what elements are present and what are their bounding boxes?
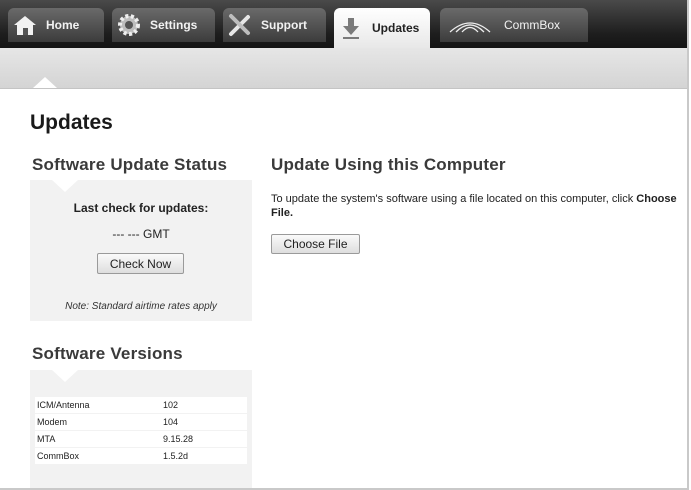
tab-updates-label: Updates xyxy=(372,21,420,35)
tab-home[interactable]: Home xyxy=(8,8,104,42)
versions-panel: ICM/Antenna 102 Modem 104 MTA 9.15.28 Co… xyxy=(30,370,252,488)
airtime-note: Note: Standard airtime rates apply xyxy=(65,301,217,312)
table-row: CommBox 1.5.2d xyxy=(35,448,247,464)
versions-title: Software Versions xyxy=(32,344,183,363)
computer-update-description: To update the system's software using a … xyxy=(271,192,686,220)
choose-file-button[interactable]: Choose File xyxy=(271,234,360,254)
tab-home-label: Home xyxy=(46,18,80,32)
panel-pointer xyxy=(52,180,78,192)
versions-table: ICM/Antenna 102 Modem 104 MTA 9.15.28 Co… xyxy=(35,396,247,465)
tab-support[interactable]: Support xyxy=(223,8,326,42)
tab-support-label: Support xyxy=(261,18,307,32)
last-check-value: --- --- GMT xyxy=(112,227,170,241)
tab-updates[interactable]: Updates xyxy=(334,8,430,48)
update-status-title: Software Update Status xyxy=(32,155,228,174)
version-name: ICM/Antenna xyxy=(35,397,161,413)
tab-settings-label: Settings xyxy=(150,18,198,32)
tab-commbox[interactable]: CommBox xyxy=(440,8,588,42)
table-row: MTA 9.15.28 xyxy=(35,431,247,447)
home-icon xyxy=(8,10,42,40)
table-row: ICM/Antenna 102 xyxy=(35,397,247,413)
panel-pointer xyxy=(52,370,78,382)
version-value: 9.15.28 xyxy=(161,431,247,447)
top-nav: Home Settings Support Updates CommBox xyxy=(0,0,687,48)
last-check-label: Last check for updates: xyxy=(73,201,209,215)
tab-settings[interactable]: Settings xyxy=(112,8,215,42)
check-now-button[interactable]: Check Now xyxy=(97,253,184,274)
tools-icon xyxy=(223,10,257,40)
update-desc-text: To update the system's software using a … xyxy=(271,193,634,205)
version-name: MTA xyxy=(35,431,161,447)
sub-bar xyxy=(0,48,687,89)
version-name: Modem xyxy=(35,414,161,430)
version-name: CommBox xyxy=(35,448,161,464)
download-icon xyxy=(334,13,368,43)
subbar-pointer xyxy=(33,77,57,88)
version-value: 1.5.2d xyxy=(161,448,247,464)
version-value: 102 xyxy=(161,397,247,413)
tab-commbox-label: CommBox xyxy=(504,18,561,32)
computer-update-title: Update Using this Computer xyxy=(271,155,506,174)
signal-icon xyxy=(440,10,500,40)
table-row: Modem 104 xyxy=(35,414,247,430)
page-title: Updates xyxy=(30,111,113,134)
version-value: 104 xyxy=(161,414,247,430)
gear-icon xyxy=(112,10,146,40)
update-status-panel: Last check for updates: --- --- GMT Chec… xyxy=(30,180,252,321)
